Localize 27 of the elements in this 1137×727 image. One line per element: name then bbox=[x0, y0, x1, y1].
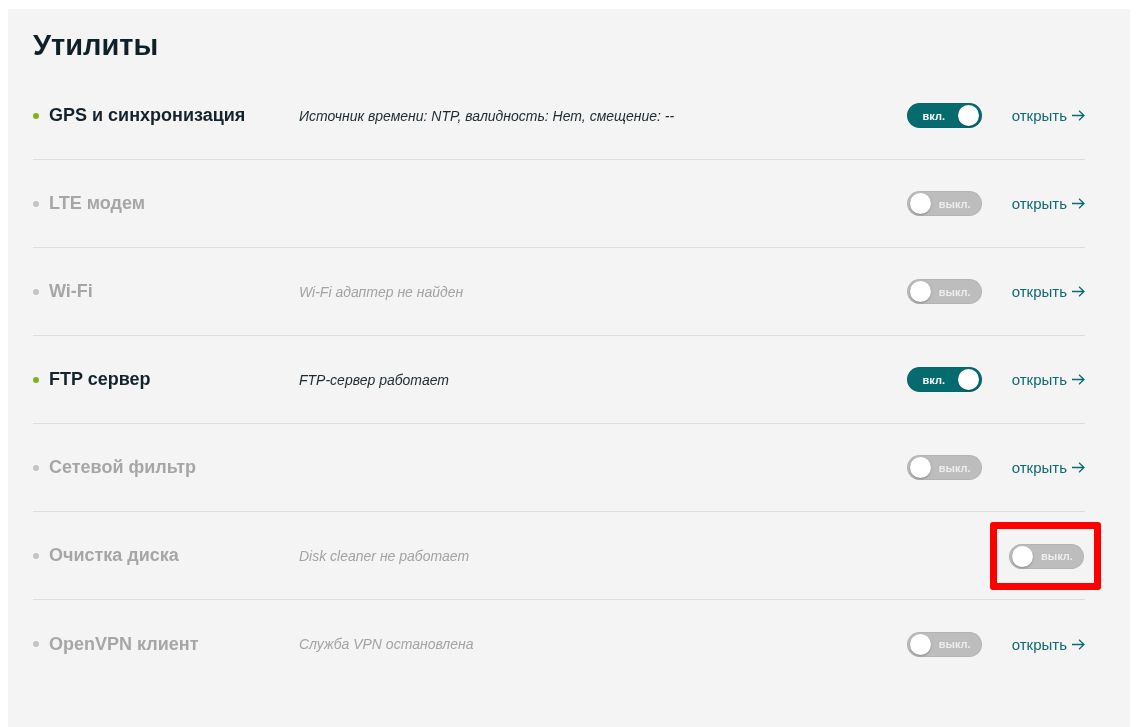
utility-name: Сетевой фильтр bbox=[49, 457, 197, 478]
utility-name: GPS и синхронизация bbox=[49, 105, 246, 126]
arrow-right-icon bbox=[1072, 374, 1085, 385]
status-text: Disk cleaner не работает bbox=[299, 547, 470, 564]
open-link[interactable]: открыть bbox=[1011, 107, 1085, 124]
utility-name: OpenVPN клиент bbox=[49, 633, 199, 655]
utility-name: Wi-Fi bbox=[49, 281, 93, 302]
utility-name: FTP сервер bbox=[49, 369, 151, 390]
status-text: Wi-Fi адаптер не найден bbox=[299, 283, 464, 300]
arrow-right-icon bbox=[1072, 110, 1085, 121]
arrow-right-icon bbox=[1072, 286, 1085, 297]
arrow-right-icon bbox=[1072, 638, 1085, 650]
utility-name: LTE модем bbox=[49, 193, 145, 214]
toggle-switch[interactable]: вкл. bbox=[906, 103, 982, 128]
status-text: Служба VPN остановлена bbox=[299, 636, 474, 652]
status-text: Источник времени: NTP, валидность: Нет, смещение: -- bbox=[299, 107, 675, 124]
toggle-switch[interactable]: вкл. bbox=[906, 367, 982, 392]
arrow-right-icon bbox=[1072, 462, 1085, 473]
open-link[interactable]: открыть bbox=[1011, 371, 1085, 388]
open-link[interactable]: открыть bbox=[1011, 283, 1085, 300]
open-link[interactable]: открыть bbox=[1011, 459, 1085, 476]
status-text: FTP-сервер работает bbox=[299, 371, 449, 388]
open-link[interactable]: открыть bbox=[1011, 195, 1085, 212]
page-title: Утилиты bbox=[33, 28, 160, 63]
arrow-right-icon bbox=[1072, 198, 1085, 209]
utility-name: Очистка диска bbox=[49, 545, 179, 566]
open-link[interactable]: открыть bbox=[1011, 635, 1085, 653]
